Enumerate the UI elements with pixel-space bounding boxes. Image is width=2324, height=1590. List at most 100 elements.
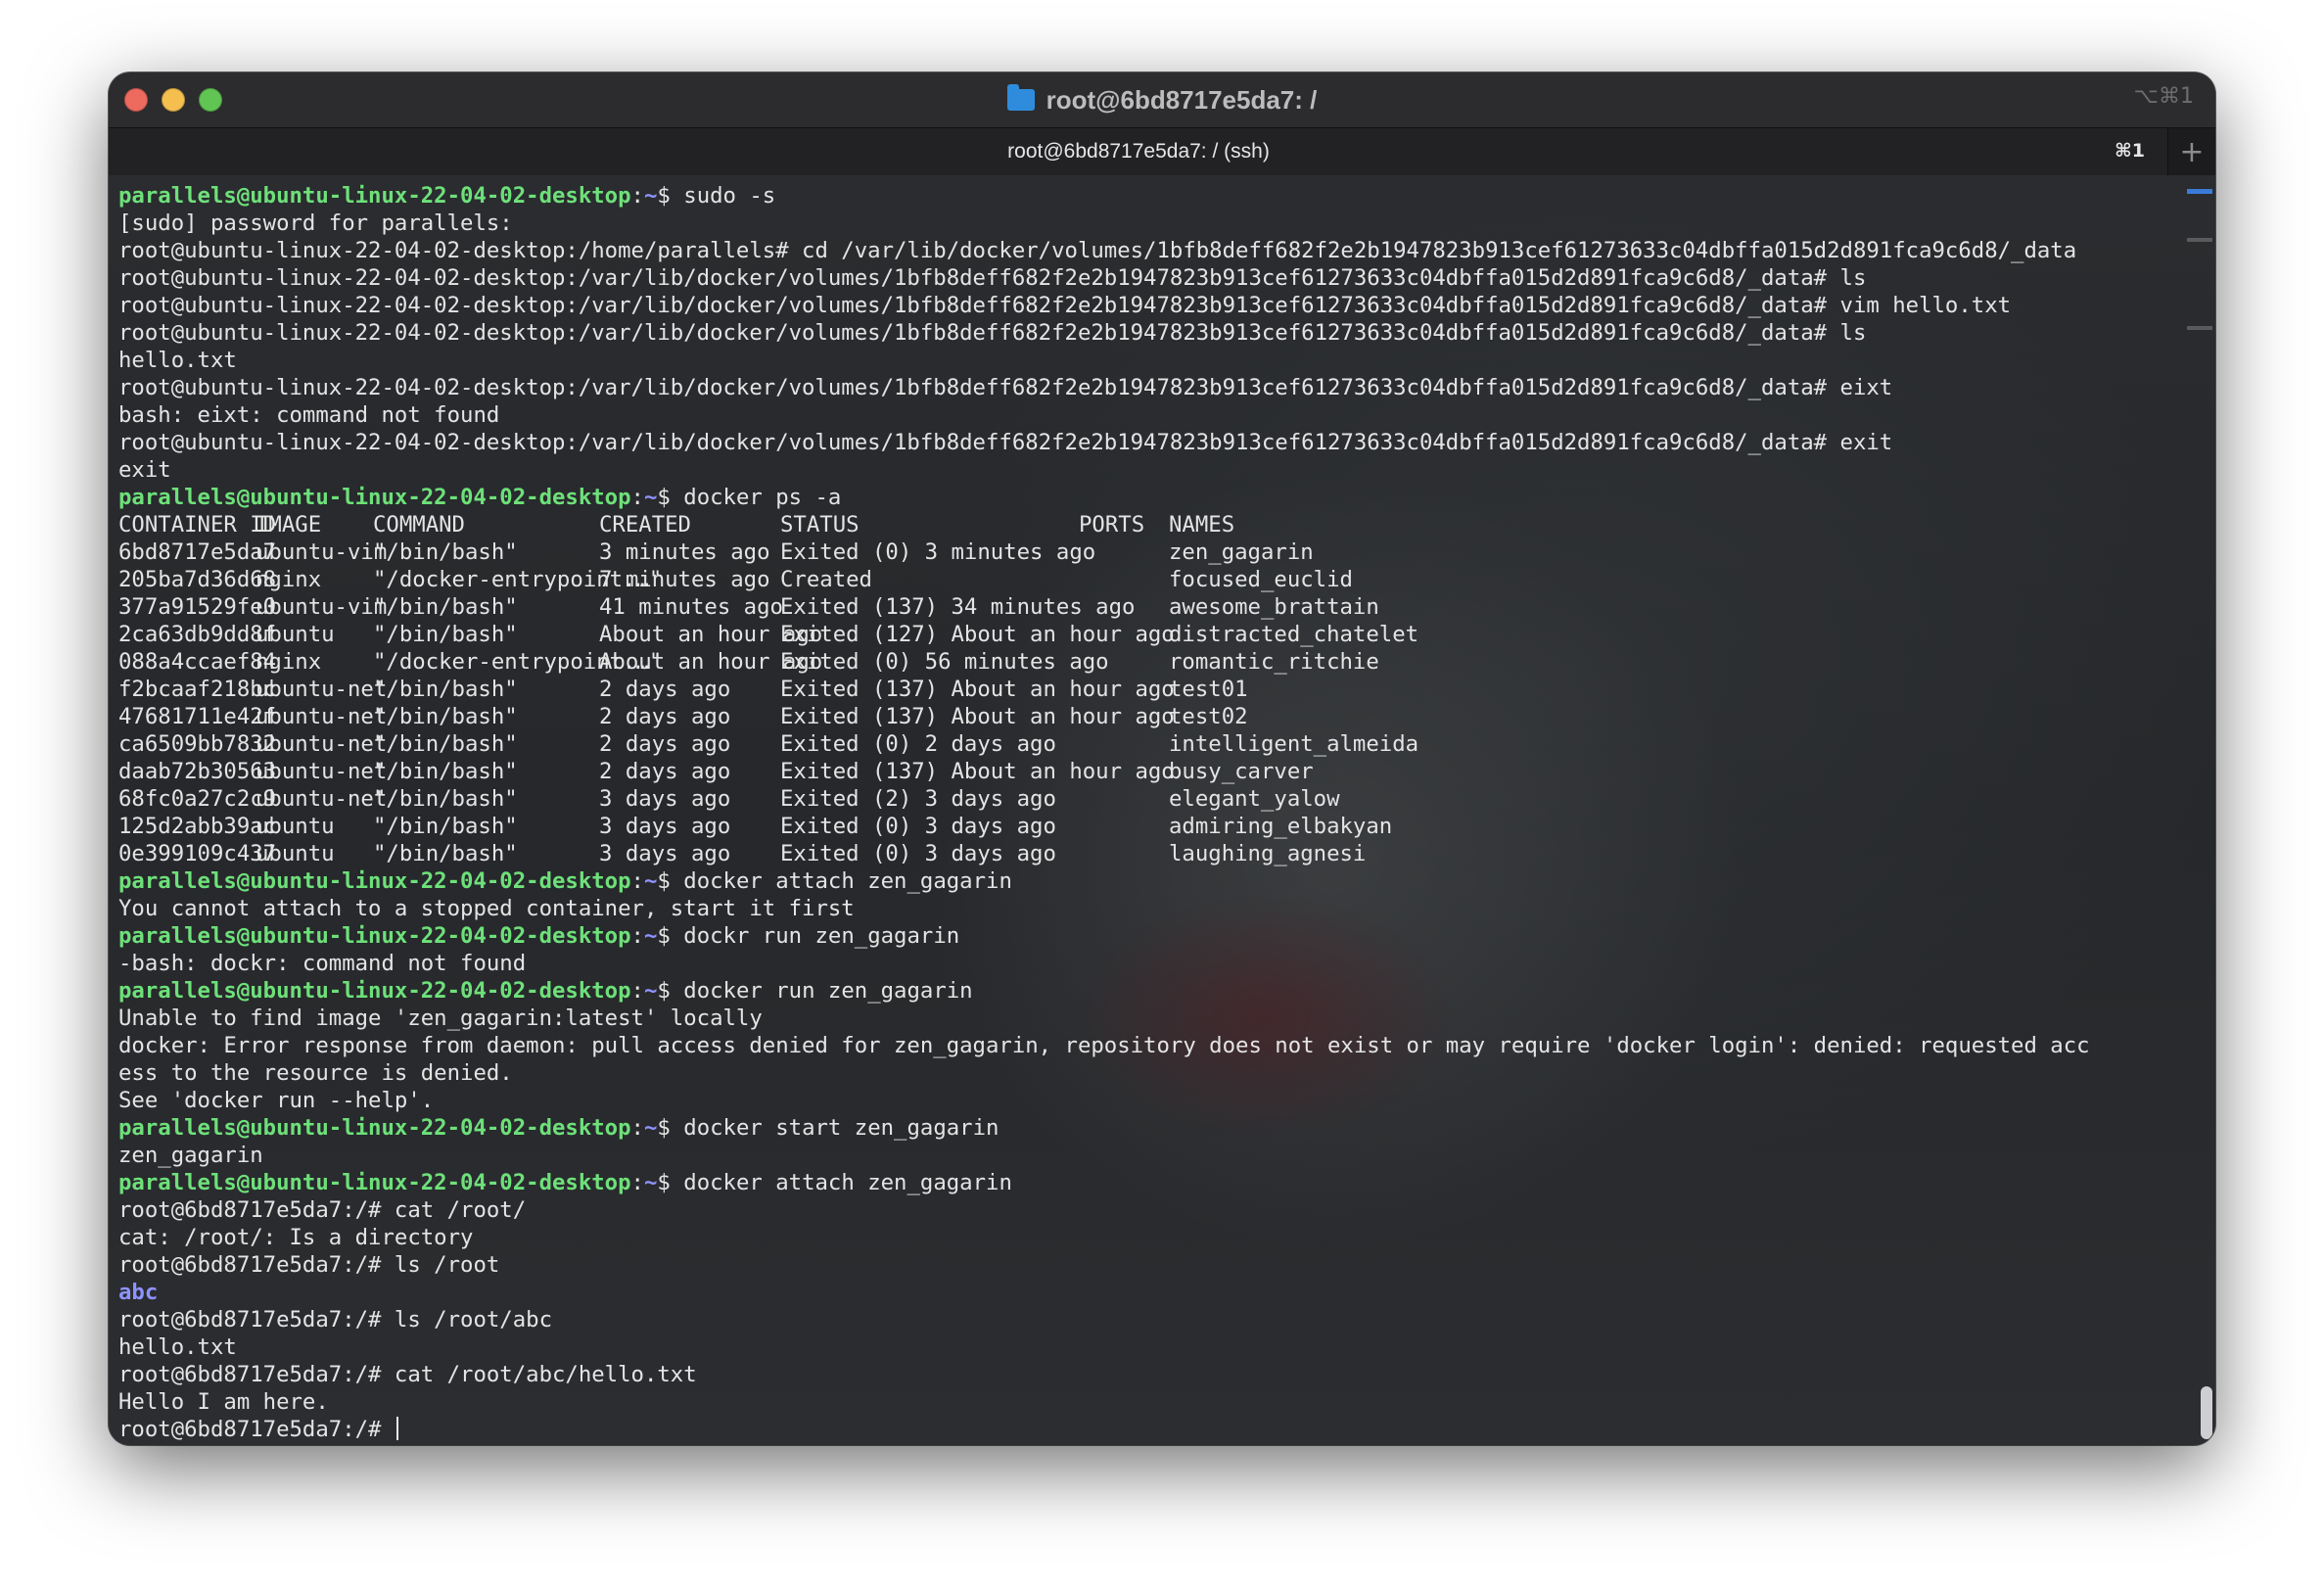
output-text: root@ubuntu-linux-22-04-02-desktop:/var/…: [118, 293, 2012, 318]
table-cell: 2ca63db9dd8f: [118, 622, 277, 647]
terminal-output[interactable]: parallels@ubuntu-linux-22-04-02-desktop:…: [109, 175, 2215, 1445]
scroll-thumb[interactable]: [2201, 1386, 2212, 1439]
table-cell: intelligent_almeida: [1169, 731, 1419, 757]
table-cell: nginx: [256, 649, 322, 675]
tab-bar: root@6bd8717e5da7: / (ssh) ⌘1 +: [109, 127, 2215, 176]
prompt-user: parallels@ubuntu-linux-22-04-02-desktop: [118, 868, 631, 894]
prompt-separator: :: [630, 868, 644, 894]
command-text: dockr run zen_gagarin: [670, 923, 960, 949]
terminal-line: root@ubuntu-linux-22-04-02-desktop:/var/…: [118, 374, 2188, 401]
text-cursor: [395, 1417, 398, 1440]
terminal-line: parallels@ubuntu-linux-22-04-02-desktop:…: [118, 484, 2188, 511]
table-cell: ubuntu-net: [256, 759, 388, 784]
output-text: root@ubuntu-linux-22-04-02-desktop:/var/…: [118, 375, 1893, 400]
terminal-line: root@6bd8717e5da7:/# cat /root/: [118, 1196, 2188, 1224]
terminal-line: You cannot attach to a stopped container…: [118, 895, 2188, 922]
table-row: f2bcaaf218bc ubuntu-net "/bin/bash" 2 days …: [118, 676, 2188, 703]
output-text: root@ubuntu-linux-22-04-02-desktop:/home…: [118, 238, 2077, 263]
new-tab-button[interactable]: +: [2167, 128, 2215, 175]
table-cell: ubuntu-vim: [256, 539, 388, 565]
table-cell: 2 days ago: [599, 731, 731, 757]
table-cell: f2bcaaf218bc: [118, 677, 277, 702]
table-cell: ubuntu-net: [256, 786, 388, 812]
output-text: docker: Error response from daemon: pull…: [118, 1033, 2090, 1058]
output-text: Hello I am here.: [118, 1389, 329, 1415]
table-cell: "/bin/bash": [373, 759, 518, 784]
table-cell: ubuntu: [256, 622, 335, 647]
output-text: root@ubuntu-linux-22-04-02-desktop:/var/…: [118, 265, 1867, 291]
minimize-button[interactable]: [162, 88, 185, 112]
prompt-path: ~: [643, 868, 658, 894]
output-text: root@ubuntu-linux-22-04-02-desktop:/var/…: [118, 320, 1867, 346]
table-row: 377a91529fe0 ubuntu-vim "/bin/bash" 41 minu…: [118, 593, 2188, 621]
table-cell: daab72b30563: [118, 759, 277, 784]
terminal-line: parallels@ubuntu-linux-22-04-02-desktop:…: [118, 1114, 2188, 1142]
prompt-separator: :: [630, 485, 644, 510]
table-cell: Exited (137) About an hour ago: [780, 704, 1175, 729]
terminal-line: root@6bd8717e5da7:/# ls /root: [118, 1251, 2188, 1279]
table-cell: "/bin/bash": [373, 539, 518, 565]
output-text: See 'docker run --help'.: [118, 1088, 435, 1113]
command-text: docker ps -a: [670, 485, 842, 510]
table-row: daab72b30563 ubuntu-net "/bin/bash" 2 days …: [118, 758, 2188, 785]
scroll-mark: [2187, 189, 2212, 194]
table-cell: Exited (0) 56 minutes ago: [780, 649, 1109, 675]
terminal-line: bash: eixt: command not found: [118, 401, 2188, 429]
output-text: You cannot attach to a stopped container…: [118, 896, 855, 921]
command-text: docker start zen_gagarin: [670, 1115, 999, 1141]
prompt-symbol: $: [657, 183, 671, 209]
table-row: 68fc0a27c2c9 ubuntu-net "/bin/bash" 3 days …: [118, 785, 2188, 813]
zoom-button[interactable]: [199, 88, 222, 112]
scroll-mark: [2187, 238, 2212, 242]
close-button[interactable]: [124, 88, 148, 112]
prompt-symbol: $: [657, 923, 671, 949]
output-text: zen_gagarin: [118, 1143, 263, 1168]
terminal-line: parallels@ubuntu-linux-22-04-02-desktop:…: [118, 182, 2188, 210]
table-header-cell: CREATED: [599, 512, 691, 538]
window-title-group: root@6bd8717e5da7: /: [1006, 84, 1317, 116]
table-cell: ubuntu-net: [256, 677, 388, 702]
table-cell: focused_euclid: [1169, 567, 1353, 592]
table-cell: "/bin/bash": [373, 704, 518, 729]
prompt-path: ~: [643, 1115, 658, 1141]
table-cell: 68fc0a27c2c9: [118, 786, 277, 812]
table-cell: "/bin/bash": [373, 814, 518, 839]
tab-label: root@6bd8717e5da7: / (ssh): [1007, 140, 1270, 163]
scroll-mark: [2187, 326, 2212, 330]
table-cell: Exited (0) 3 minutes ago: [780, 539, 1096, 565]
directory-name: abc: [118, 1280, 159, 1305]
table-cell: busy_carver: [1169, 759, 1314, 784]
command-text: sudo -s: [670, 183, 776, 209]
table-cell: "/bin/bash": [373, 594, 518, 620]
output-text: cat: /root/: Is a directory: [118, 1225, 474, 1250]
table-cell: Exited (0) 3 days ago: [780, 841, 1056, 866]
table-cell: 088a4ccaef84: [118, 649, 277, 675]
prompt-path: ~: [643, 183, 658, 209]
tab-ssh-session[interactable]: root@6bd8717e5da7: / (ssh) ⌘1: [109, 128, 2168, 175]
terminal-line: See 'docker run --help'.: [118, 1087, 2188, 1114]
terminal-line: root@ubuntu-linux-22-04-02-desktop:/var/…: [118, 264, 2188, 292]
table-cell: test02: [1169, 704, 1248, 729]
table-cell: 7 minutes ago: [599, 567, 770, 592]
output-text: root@ubuntu-linux-22-04-02-desktop:/var/…: [118, 430, 1893, 455]
traffic-lights: [124, 88, 222, 112]
terminal-line: hello.txt: [118, 347, 2188, 374]
table-cell: Exited (137) About an hour ago: [780, 759, 1175, 784]
output-text: -bash: dockr: command not found: [118, 951, 527, 976]
title-bar[interactable]: root@6bd8717e5da7: / ⌥⌘1: [109, 72, 2215, 127]
prompt-path: ~: [643, 1170, 658, 1195]
table-header-cell: STATUS: [780, 512, 860, 538]
scrollbar[interactable]: [2187, 175, 2215, 1445]
output-text: exit: [118, 457, 171, 483]
terminal-line: exit: [118, 456, 2188, 484]
table-cell: elegant_yalow: [1169, 786, 1340, 812]
table-cell: "/bin/bash": [373, 622, 518, 647]
table-cell: Exited (0) 3 days ago: [780, 814, 1056, 839]
table-cell: 2 days ago: [599, 704, 731, 729]
output-text: [sudo] password for parallels:: [118, 210, 513, 236]
terminal-window: root@6bd8717e5da7: / ⌥⌘1 root@6bd8717e5d…: [109, 72, 2215, 1445]
prompt-path: ~: [643, 923, 658, 949]
table-row: 2ca63db9dd8f ubuntu "/bin/bash" About an ho…: [118, 621, 2188, 648]
terminal-line: root@ubuntu-linux-22-04-02-desktop:/var/…: [118, 319, 2188, 347]
output-text: root@6bd8717e5da7:/#: [118, 1417, 395, 1442]
